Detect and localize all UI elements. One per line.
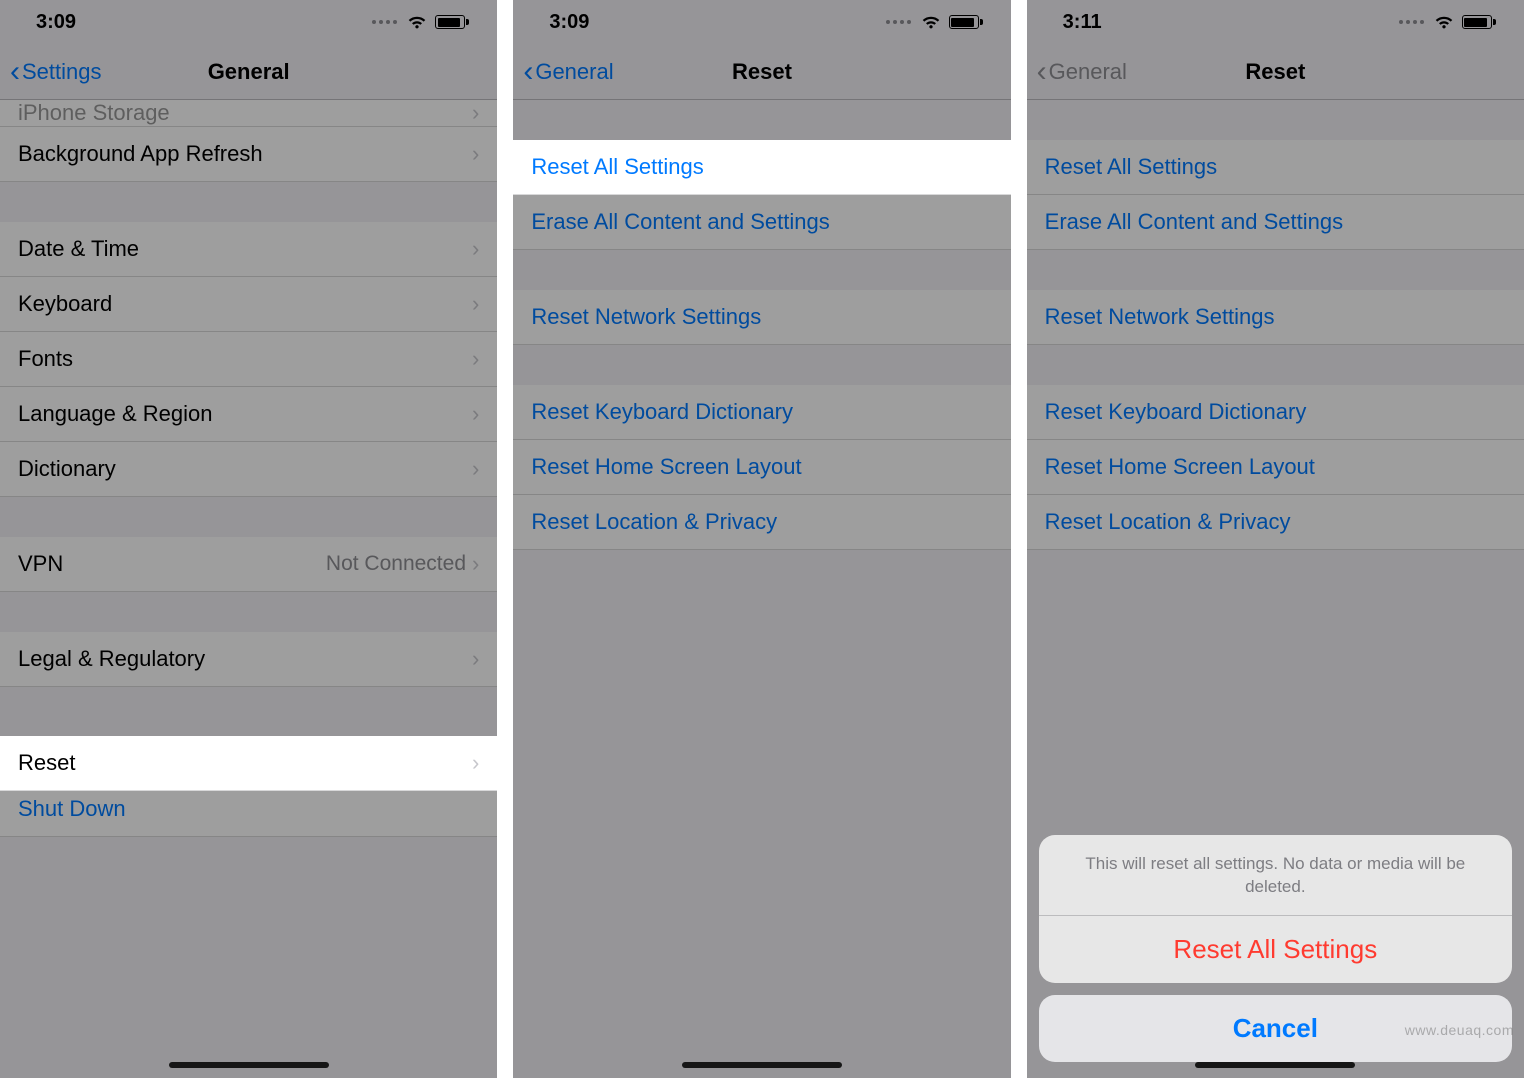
nav-bar: ‹ General Reset [513,44,1010,100]
wifi-icon [407,15,427,29]
row-reset-network-settings[interactable]: Reset Network Settings [513,290,1010,345]
battery-icon [435,15,465,29]
screenshot-reset-menu: 3:09 ‹ General Reset X Erase All Content… [513,0,1010,1078]
chevron-right-icon: › [472,750,479,776]
chevron-right-icon: › [472,291,479,317]
row-legal-regulatory[interactable]: Legal & Regulatory› [0,632,497,687]
row-vpn[interactable]: VPN Not Connected › [0,537,497,592]
status-time: 3:09 [549,11,589,34]
chevron-right-icon: › [472,100,479,126]
row-reset-location-privacy[interactable]: Reset Location & Privacy [513,495,1010,550]
row-fonts[interactable]: Fonts› [0,332,497,387]
back-button-settings[interactable]: ‹ Settings [0,57,102,87]
row-reset-keyboard-dictionary[interactable]: Reset Keyboard Dictionary [513,385,1010,440]
screenshot-general-settings: 3:09 ‹ Settings General iPhone Storage ›… [0,0,497,1078]
screenshot-reset-confirm: 3:11 ‹ General Reset Reset All Settings … [1027,0,1524,1078]
back-label: Settings [22,59,102,85]
chevron-right-icon: › [472,236,479,262]
action-sheet: This will reset all settings. No data or… [1027,0,1524,1078]
home-indicator [169,1062,329,1068]
action-sheet-message: This will reset all settings. No data or… [1039,835,1512,916]
row-reset-home-screen-layout[interactable]: Reset Home Screen Layout [513,440,1010,495]
action-sheet-group: This will reset all settings. No data or… [1039,835,1512,983]
row-keyboard[interactable]: Keyboard› [0,277,497,332]
cellular-dots-icon [886,20,911,24]
row-date-time[interactable]: Date & Time› [0,222,497,277]
cellular-dots-icon [372,20,397,24]
status-bar: 3:09 [0,0,497,44]
chevron-right-icon: › [472,551,479,577]
chevron-right-icon: › [472,646,479,672]
row-erase-all-content[interactable]: Erase All Content and Settings [513,195,1010,250]
row-reset[interactable]: Reset › [0,736,497,791]
row-language-region[interactable]: Language & Region› [0,387,497,442]
status-indicators [372,15,465,29]
row-background-app-refresh[interactable]: Background App Refresh › [0,127,497,182]
home-indicator [682,1062,842,1068]
status-time: 3:09 [36,11,76,34]
back-button-general[interactable]: ‹ General [513,57,613,87]
battery-icon [949,15,979,29]
row-iphone-storage[interactable]: iPhone Storage › [0,100,497,127]
vpn-status: Not Connected [326,552,466,576]
status-bar: 3:09 [513,0,1010,44]
action-sheet-cancel[interactable]: Cancel [1039,995,1512,1062]
chevron-left-icon: ‹ [523,57,533,87]
chevron-right-icon: › [472,141,479,167]
chevron-left-icon: ‹ [10,57,20,87]
row-dictionary[interactable]: Dictionary› [0,442,497,497]
chevron-right-icon: › [472,456,479,482]
chevron-right-icon: › [472,401,479,427]
wifi-icon [921,15,941,29]
action-sheet-reset-all-settings[interactable]: Reset All Settings [1039,916,1512,983]
chevron-right-icon: › [472,346,479,372]
row-reset-all-settings[interactable]: Reset All Settings [513,140,1010,195]
nav-bar: ‹ Settings General [0,44,497,100]
